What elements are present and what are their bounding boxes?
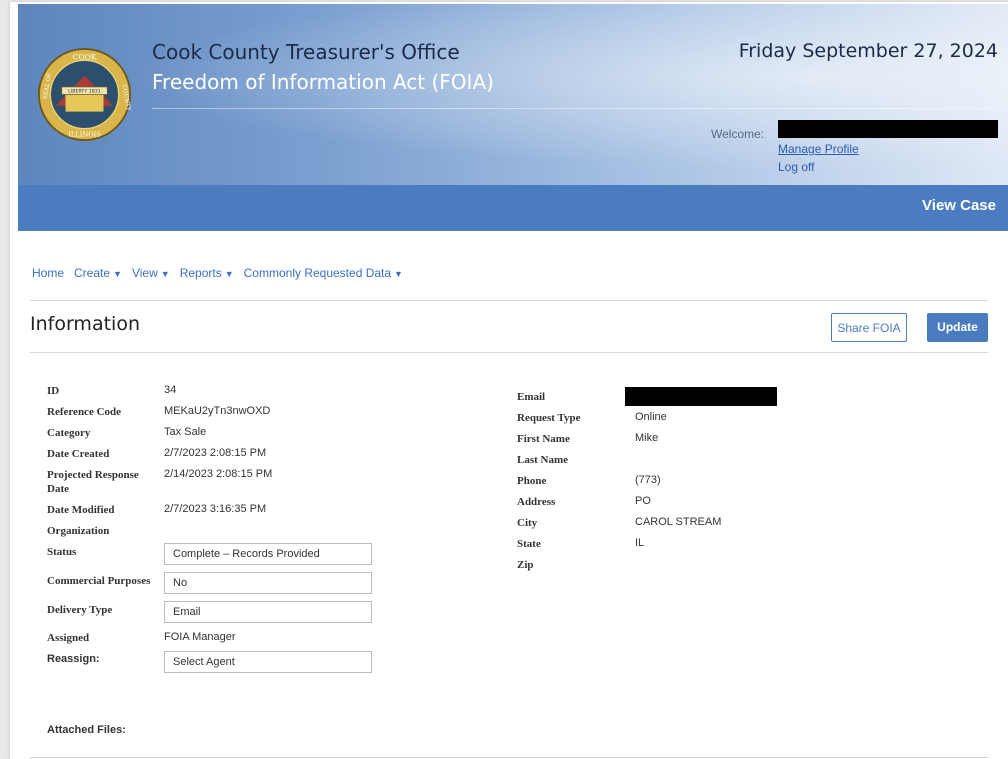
redacted-username <box>778 120 998 138</box>
date-modified-value: 2/7/2023 3:16:35 PM <box>164 503 267 515</box>
projected-response-label-line1: Projected Response <box>47 469 139 481</box>
nav-item-view[interactable]: View ▼ <box>132 266 170 280</box>
request-type-label: Request Type <box>517 412 581 424</box>
divider <box>30 757 988 758</box>
caret-down-icon: ▼ <box>160 269 170 279</box>
first-name-label: First Name <box>517 433 570 445</box>
main-nav: Home Create ▼ View ▼ Reports ▼ Commonly Req… <box>32 266 403 280</box>
status-select[interactable]: Complete – Records Provided <box>164 543 372 565</box>
section-heading: Information <box>30 313 140 335</box>
nav-item-reports[interactable]: Reports ▼ <box>180 266 234 280</box>
date-created-label: Date Created <box>47 448 110 460</box>
commercial-purposes-select[interactable]: No <box>164 572 372 594</box>
category-value: Tax Sale <box>164 426 207 438</box>
caret-down-icon: ▼ <box>394 269 403 279</box>
assigned-value: FOIA Manager <box>164 631 236 643</box>
seal-ribbon-text: LIBERTY 1831 <box>68 89 101 95</box>
office-title: Cook County Treasurer's Office <box>152 40 460 64</box>
manage-profile-link[interactable]: Manage Profile <box>778 142 859 156</box>
projected-response-label-line2: Date <box>47 483 69 495</box>
status-label: Status <box>47 546 77 558</box>
assigned-label: Assigned <box>47 632 90 644</box>
divider <box>30 300 988 301</box>
divider <box>30 352 988 353</box>
nav-item-commonly-requested-data[interactable]: Commonly Requested Data ▼ <box>244 266 403 280</box>
request-type-value: Online <box>635 411 667 423</box>
email-label: Email <box>517 391 546 403</box>
commercial-purposes-label: Commercial Purposes <box>47 575 151 587</box>
last-name-label: Last Name <box>517 454 569 466</box>
city-label: City <box>517 517 538 529</box>
reassign-agent-select[interactable]: Select Agent <box>164 651 372 673</box>
caret-down-icon: ▼ <box>113 269 122 279</box>
page-title: View Case <box>922 197 996 214</box>
delivery-type-label: Delivery Type <box>47 604 113 616</box>
nav-item-home[interactable]: Home <box>32 266 64 280</box>
category-label: Category <box>47 427 91 439</box>
header-banner: LIBERTY 1831 COOK ILLINOIS SEAL OF COUNT… <box>18 4 1008 186</box>
header-divider <box>152 108 998 109</box>
seal-bottom-text: ILLINOIS <box>68 130 101 138</box>
state-label: State <box>517 538 541 550</box>
attached-files-label: Attached Files: <box>47 724 126 736</box>
city-value: CAROL STREAM <box>635 516 722 528</box>
address-value: PO <box>635 495 651 507</box>
phone-value: (773) <box>635 474 661 486</box>
date-created-value: 2/7/2023 2:08:15 PM <box>164 447 267 459</box>
share-foia-button[interactable]: Share FOIA <box>831 313 907 342</box>
nav-item-create[interactable]: Create ▼ <box>74 266 122 280</box>
redacted-email <box>625 387 777 406</box>
projected-response-value: 2/14/2023 2:08:15 PM <box>164 468 273 480</box>
caret-down-icon: ▼ <box>224 269 234 279</box>
date-modified-label: Date Modified <box>47 504 115 516</box>
id-label: ID <box>47 385 60 397</box>
seal-top-text: COOK <box>73 52 97 61</box>
reference-code-label: Reference Code <box>47 406 122 418</box>
address-label: Address <box>517 496 556 508</box>
phone-label: Phone <box>517 475 547 487</box>
welcome-label: Welcome: <box>711 127 765 141</box>
zip-label: Zip <box>517 559 534 571</box>
page: LIBERTY 1831 COOK ILLINOIS SEAL OF COUNT… <box>10 2 1008 759</box>
first-name-value: Mike <box>635 432 659 444</box>
foia-title: Freedom of Information Act (FOIA) <box>152 70 494 94</box>
log-off-link[interactable]: Log off <box>778 160 814 174</box>
update-button[interactable]: Update <box>927 313 988 342</box>
current-date: Friday September 27, 2024 <box>738 40 998 62</box>
county-seal-logo: LIBERTY 1831 COOK ILLINOIS SEAL OF COUNT… <box>37 47 131 142</box>
id-value: 34 <box>164 384 177 396</box>
state-value: IL <box>635 537 645 549</box>
page-title-bar: View Case <box>18 185 1008 231</box>
organization-label: Organization <box>47 525 110 537</box>
reference-code-value: MEKaU2yTn3nwOXD <box>164 405 271 417</box>
reassign-label: Reassign: <box>47 653 100 665</box>
delivery-type-select[interactable]: Email <box>164 601 372 623</box>
